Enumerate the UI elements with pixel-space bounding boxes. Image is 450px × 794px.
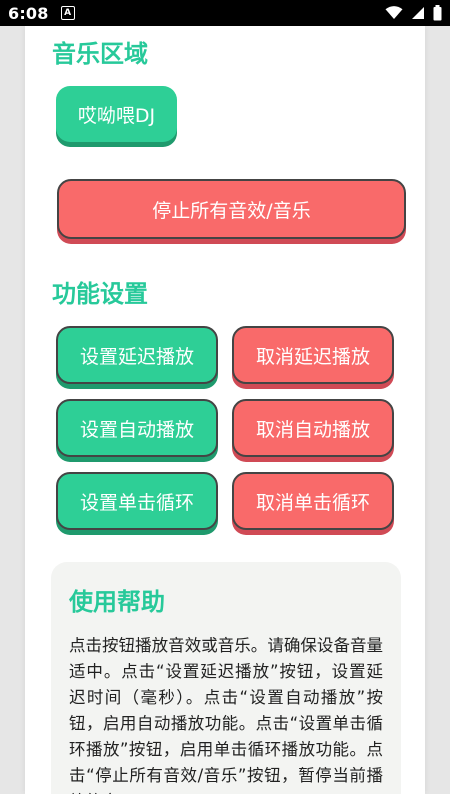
stop-all-button[interactable]: 停止所有音效/音乐 xyxy=(57,179,406,239)
battery-icon xyxy=(433,5,442,21)
notification-a-icon: A xyxy=(60,6,75,20)
set-auto-play-button[interactable]: 设置自动播放 xyxy=(56,399,218,457)
help-title: 使用帮助 xyxy=(69,588,165,616)
main-card: 音乐区域 哎呦喂DJ 停止所有音效/音乐 功能设置 设置延迟播放 取消延迟播放 … xyxy=(25,26,425,794)
music-section-title: 音乐区域 xyxy=(52,40,148,68)
help-text: 点击按钮播放音效或音乐。请确保设备音量适中。点击“设置延迟播放”按钮，设置延迟时… xyxy=(69,636,383,794)
settings-section-title: 功能设置 xyxy=(52,280,148,308)
status-bar: 6:08 A xyxy=(0,0,450,26)
status-time: 6:08 xyxy=(8,3,49,23)
signal-icon xyxy=(412,7,424,19)
cancel-auto-play-button[interactable]: 取消自动播放 xyxy=(232,399,394,457)
cancel-delay-play-button[interactable]: 取消延迟播放 xyxy=(232,326,394,384)
help-panel: 使用帮助 点击按钮播放音效或音乐。请确保设备音量适中。点击“设置延迟播放”按钮，… xyxy=(51,562,401,794)
cancel-click-loop-button[interactable]: 取消单击循环 xyxy=(232,472,394,530)
set-click-loop-button[interactable]: 设置单击循环 xyxy=(56,472,218,530)
set-delay-play-button[interactable]: 设置延迟播放 xyxy=(56,326,218,384)
dj-sound-button[interactable]: 哎呦喂DJ xyxy=(56,86,177,142)
wifi-icon xyxy=(385,6,403,19)
